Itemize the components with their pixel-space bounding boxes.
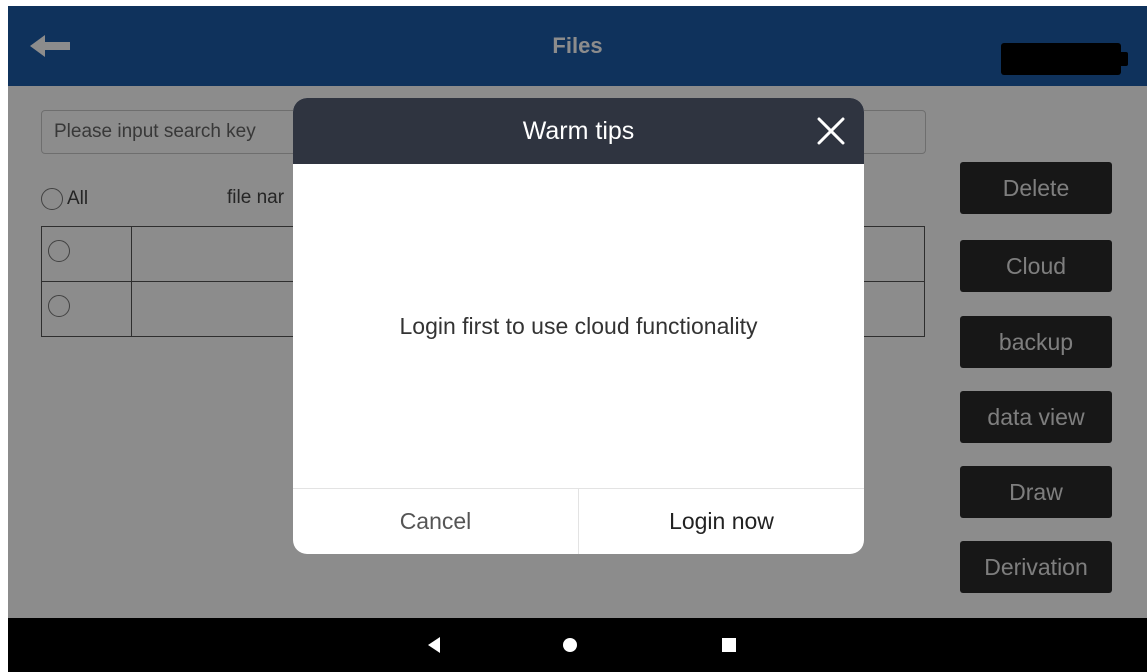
dialog-message: Login first to use cloud functionality <box>399 312 758 339</box>
warm-tips-dialog: Warm tips Login first to use cloud funct… <box>293 98 864 554</box>
close-icon <box>817 117 845 145</box>
dialog-header: Warm tips <box>293 98 864 164</box>
nav-home-icon <box>563 638 577 652</box>
nav-recents-icon <box>722 638 736 652</box>
system-nav-bar <box>8 618 1147 672</box>
cancel-button[interactable]: Cancel <box>293 489 579 554</box>
close-button[interactable] <box>812 112 850 150</box>
dialog-title: Warm tips <box>522 116 635 145</box>
dialog-footer: Cancel Login now <box>293 488 864 554</box>
nav-recents-button[interactable] <box>709 618 749 672</box>
nav-back-button[interactable] <box>414 618 454 672</box>
files-screen: Files All file nar test.d 45 测线AGp. 41 D… <box>8 6 1147 618</box>
nav-home-button[interactable] <box>550 618 590 672</box>
nav-back-icon <box>428 637 440 653</box>
login-now-button[interactable]: Login now <box>579 489 864 554</box>
